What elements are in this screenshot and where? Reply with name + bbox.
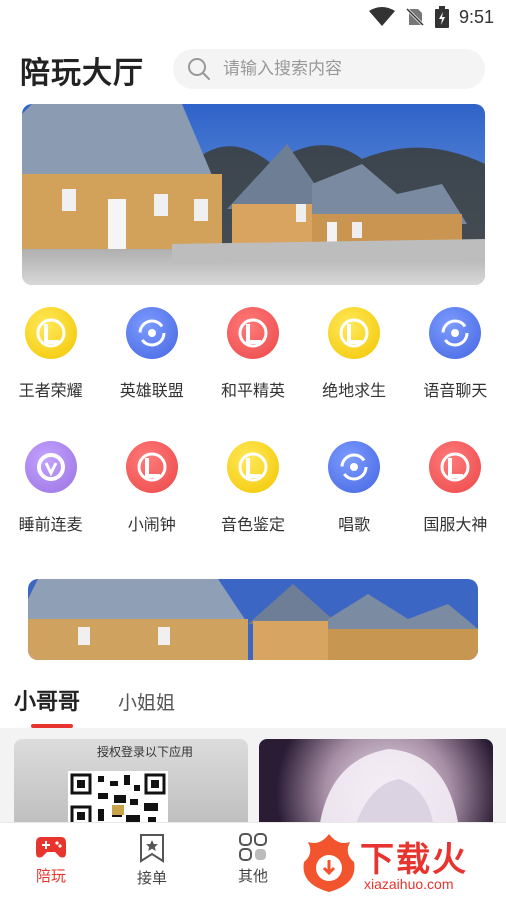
red-game-logo-icon [125,441,178,493]
search-input[interactable] [223,59,463,79]
category-label: 睡前连麦 [18,515,83,534]
card-caption: 授权登录以下应用 [96,745,193,759]
nav-item-qita[interactable]: 其他 [223,833,283,886]
gamepad-icon [36,837,66,858]
red-game-logo-icon [226,307,279,359]
nav-item-jiedan[interactable]: 接单 [122,833,182,888]
category-label: 绝地求生 [322,381,387,400]
category-label: 国服大神 [423,515,488,534]
category-label: 英雄联盟 [119,381,184,400]
qr-code-icon [68,771,168,829]
tab-xiaogege[interactable]: 小哥哥 [14,684,80,716]
category-item[interactable]: 唱歌 [304,441,405,535]
search-icon [188,58,210,80]
page-title: 陪玩大厅 [20,56,144,91]
banner-image[interactable] [22,104,485,285]
category-label: 和平精英 [220,381,285,400]
category-item[interactable]: 语音聊天 [405,307,506,401]
profile-card[interactable]: 授权登录以下应用 [14,739,248,829]
status-bar: 9:51 [0,0,506,34]
category-label: 王者荣耀 [18,381,83,400]
battery-charging-icon [434,6,449,28]
category-item[interactable]: 和平精英 [202,307,303,401]
nav-label: 陪玩 [35,867,66,885]
category-item[interactable]: 国服大神 [405,441,506,535]
red-game-logo-icon [429,441,482,493]
category-label: 小闹钟 [127,515,176,534]
yellow-game-logo-icon [226,441,279,493]
gender-tabs: 小哥哥 小姐姐 [0,682,506,728]
nav-label: 其他 [237,867,268,885]
watermark-url: xiazaihuo.com [364,876,454,892]
watermark-logo: 下载火 xiazaihuo.com [298,830,504,896]
wifi-icon [368,7,395,26]
category-item[interactable]: 绝地求生 [304,307,405,401]
secondary-banner-image[interactable] [28,579,478,660]
category-grid-row2: 睡前连麦 小闹钟 音色鉴定 唱歌 国服大神 [0,441,506,535]
category-item[interactable]: 王者荣耀 [0,307,101,401]
blue-target-icon [328,441,381,493]
blue-target-icon [125,307,178,359]
category-item[interactable]: 音色鉴定 [202,441,303,535]
category-label: 语音聊天 [423,381,488,400]
category-label: 唱歌 [338,515,371,534]
avatar-illustration [319,749,459,829]
category-item[interactable]: 睡前连麦 [0,441,101,535]
bookmark-star-icon [140,834,164,863]
search-bar[interactable] [173,49,485,89]
tab-xiaojiejie[interactable]: 小姐姐 [118,688,175,715]
category-item[interactable]: 小闹钟 [101,441,202,535]
nav-item-peiwan[interactable]: 陪玩 [21,833,81,886]
purple-overwatch-icon [24,441,77,493]
grid-apps-icon [239,833,267,861]
fire-logo-icon [303,834,355,892]
category-grid-row1: 王者荣耀 英雄联盟 和平精英 绝地求生 语音聊天 [0,307,506,401]
nav-label: 接单 [136,869,167,887]
yellow-game-logo-icon [328,307,381,359]
category-label: 音色鉴定 [220,515,285,534]
header: 陪玩大厅 [0,44,506,94]
yellow-game-logo-icon [24,307,77,359]
category-item[interactable]: 英雄联盟 [101,307,202,401]
profile-card[interactable] [259,739,493,829]
watermark-text: 下载火 [360,840,468,880]
status-time: 9:51 [458,6,494,27]
blue-target-icon [429,307,482,359]
no-sim-icon [405,7,425,27]
